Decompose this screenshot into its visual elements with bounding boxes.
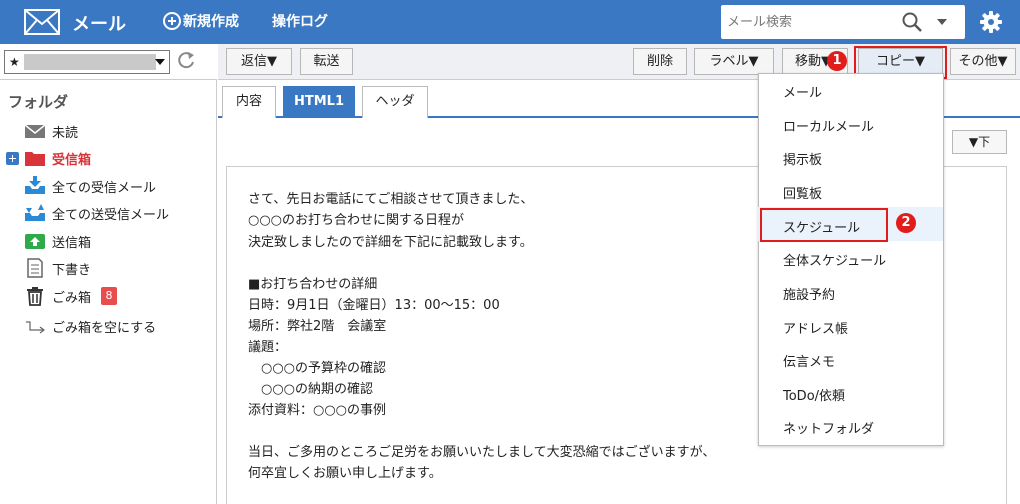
- message-line: ○○○のお打ち合わせに関する日程が: [248, 213, 465, 228]
- message-line: ○○○の予算枠の確認: [248, 361, 387, 376]
- document-icon: [27, 258, 43, 278]
- gear-icon[interactable]: [980, 11, 1002, 33]
- search-box: [721, 5, 965, 39]
- outbox-icon: [25, 234, 45, 249]
- menu-item-mail[interactable]: メール: [783, 82, 822, 101]
- other-button[interactable]: その他▼: [950, 48, 1016, 75]
- callout-badge-1: 1: [827, 51, 847, 71]
- trash-icon: [27, 287, 43, 306]
- folder-label: ごみ箱を空にする: [52, 320, 157, 336]
- message-line: 議題：: [248, 340, 288, 355]
- folder-inbox[interactable]: 受信箱: [24, 147, 91, 169]
- message-line: 場所：弊社2階 会議室: [248, 319, 387, 334]
- menu-item-address-book[interactable]: アドレス帳: [783, 318, 848, 337]
- menu-item-facility[interactable]: 施設予約: [783, 284, 835, 303]
- folder-label: ごみ箱: [52, 290, 92, 306]
- folder-label: 全ての受信メール: [52, 180, 157, 196]
- tab-html1[interactable]: HTML1: [283, 86, 355, 118]
- folder-label: 送信箱: [52, 235, 92, 251]
- folder-label: 下書き: [52, 262, 92, 278]
- folder-unread[interactable]: 未読: [24, 120, 78, 142]
- folder-label: 全ての送受信メール: [52, 207, 170, 223]
- folder-trash[interactable]: ごみ箱 8: [24, 285, 118, 307]
- empty-trash-link[interactable]: ごみ箱を空にする: [24, 315, 156, 337]
- menu-item-bulletin[interactable]: 掲示板: [783, 149, 822, 168]
- tab-header[interactable]: ヘッダ: [362, 86, 428, 118]
- message-line: 添付資料：○○○の事例: [248, 403, 387, 418]
- reply-button[interactable]: 返信▼: [226, 48, 292, 75]
- callout-badge-2: 2: [896, 213, 916, 233]
- menu-item-local-mail[interactable]: ローカルメール: [783, 116, 874, 135]
- folder-heading: フォルダ: [8, 93, 69, 111]
- message-line: 日時：9月1日（金曜日）13：00～15：00: [248, 298, 500, 313]
- mail-logo-icon: [24, 9, 60, 35]
- search-options-caret-icon[interactable]: [937, 19, 947, 25]
- account-select[interactable]: ★: [4, 50, 170, 74]
- refresh-icon[interactable]: [176, 50, 196, 72]
- trash-count-badge: 8: [101, 287, 118, 305]
- menu-item-todo[interactable]: ToDo/依頼: [783, 385, 845, 404]
- folder-drafts[interactable]: 下書き: [24, 257, 91, 279]
- message-line: 何卒宜しくお願い申し上げます。: [248, 466, 442, 481]
- folder-icon: [25, 152, 45, 166]
- new-mail-button[interactable]: 新規作成: [163, 11, 239, 31]
- menu-item-memo[interactable]: 伝言メモ: [783, 351, 835, 370]
- new-mail-label: 新規作成: [183, 14, 239, 30]
- message-line: ○○○の納期の確認: [248, 382, 374, 397]
- schedule-callout-box: [760, 208, 888, 242]
- account-star: ★: [9, 55, 20, 69]
- account-name-redacted: [23, 54, 156, 70]
- search-input[interactable]: [727, 11, 897, 33]
- next-message-button[interactable]: ▼下: [952, 130, 1007, 154]
- expand-plus-icon[interactable]: [6, 152, 19, 165]
- search-icon[interactable]: [901, 11, 923, 33]
- folder-outbox[interactable]: 送信箱: [24, 230, 91, 252]
- chevron-down-icon: [155, 59, 165, 65]
- tab-content[interactable]: 内容: [222, 86, 276, 118]
- inbox-download-icon: [25, 176, 45, 194]
- delete-button[interactable]: 削除: [633, 48, 687, 75]
- forward-button[interactable]: 転送: [300, 48, 353, 75]
- menu-item-net-folder[interactable]: ネットフォルダ: [783, 418, 874, 437]
- message-line: 決定致しましたので詳細を下記に記載致します。: [248, 235, 533, 250]
- empty-trash-icon: [26, 321, 45, 334]
- send-receive-icon: [25, 204, 45, 221]
- menu-item-circular[interactable]: 回覧板: [783, 183, 822, 202]
- message-line: さて、先日お電話にてご相談させて頂きました、: [248, 192, 534, 207]
- folder-all-received[interactable]: 全ての受信メール: [24, 175, 156, 197]
- envelope-icon: [24, 124, 46, 138]
- folder-label: 受信箱: [52, 152, 92, 168]
- folder-all-sent-received[interactable]: 全ての送受信メール: [24, 202, 169, 224]
- folder-sidebar: フォルダ 未読 受信箱 全ての受信メール 全ての送受信メール 送信箱 下書き ご…: [0, 80, 217, 504]
- menu-item-all-schedule[interactable]: 全体スケジュール: [783, 250, 886, 269]
- app-header: メール 新規作成 操作ログ: [0, 0, 1020, 44]
- message-line: 当日、ご多用のところご足労をお願いいたしまして大変恐縮ではございますが、: [248, 445, 716, 460]
- app-title: メール: [72, 14, 126, 35]
- plus-circle-icon: [163, 12, 181, 30]
- message-line: ■お打ち合わせの詳細: [248, 277, 378, 292]
- operation-log-button[interactable]: 操作ログ: [272, 11, 328, 31]
- label-button[interactable]: ラベル▼: [694, 48, 774, 75]
- folder-label: 未読: [52, 125, 79, 141]
